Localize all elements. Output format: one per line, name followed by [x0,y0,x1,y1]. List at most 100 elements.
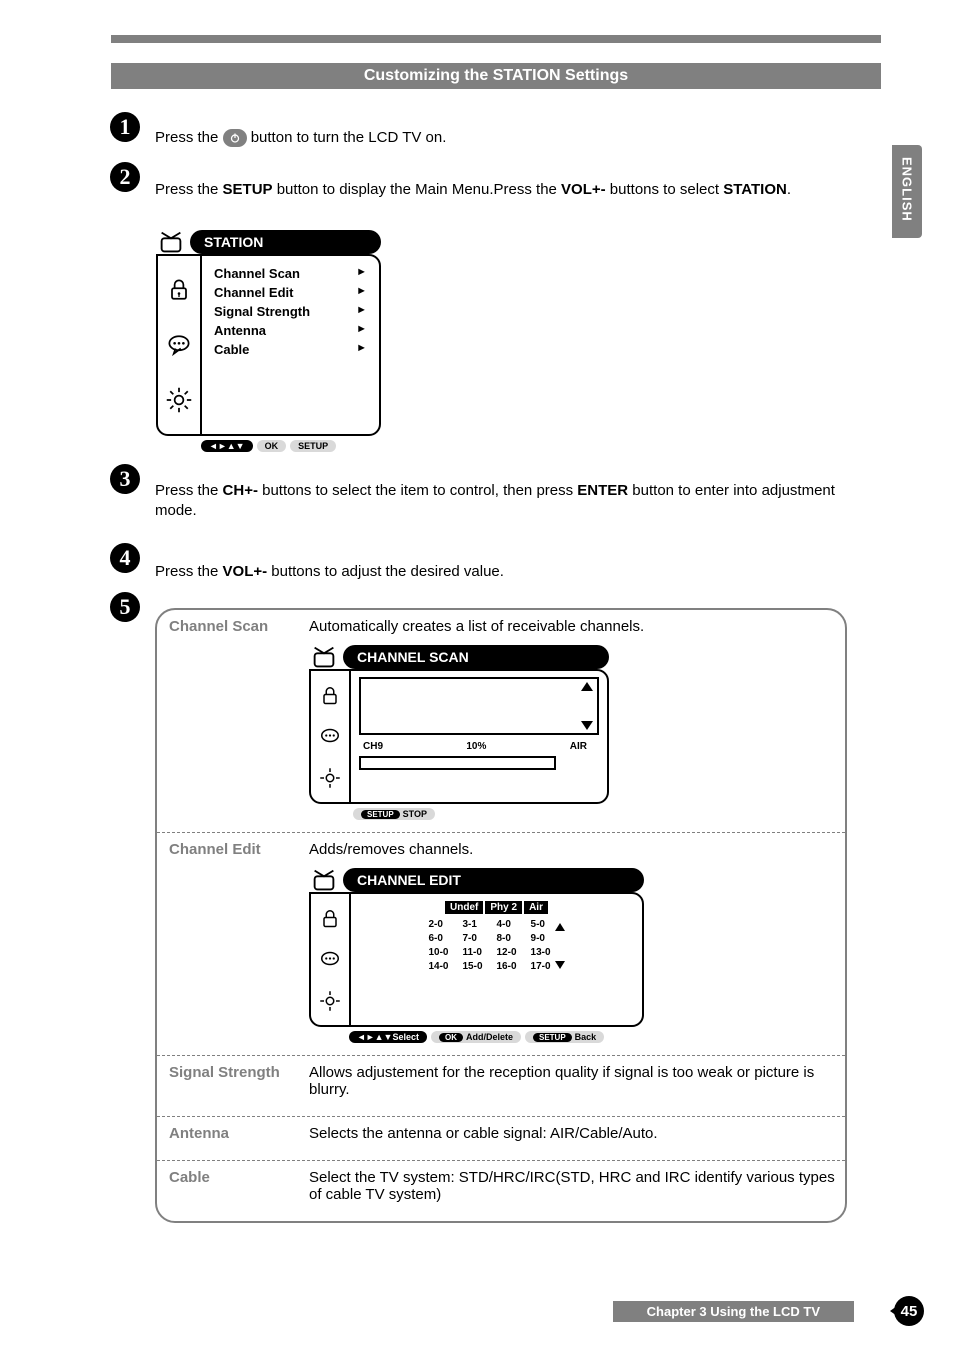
nav-ok-pill: OK [257,440,287,452]
t: Press the [155,482,223,499]
caption-icon [165,331,193,359]
scan-list-box [359,677,599,735]
edit-scroll [555,923,565,969]
lock-icon [318,907,342,931]
t: . [787,181,791,198]
scroll-down-icon [555,961,565,969]
row-label: Cable [169,1169,309,1209]
station-osd: STATION Channel Scan► Channel Edit► Sign… [156,226,381,452]
station-osd-sidebar [158,256,202,434]
row-desc: Allows adjustement for the reception qua… [309,1064,835,1098]
edit-tags: UndefPhy 2Air [359,902,634,913]
row-desc: Adds/removes channels. [309,841,835,858]
t: STATION [723,181,787,198]
page-footer: Chapter 3 Using the LCD TV 45 [613,1296,924,1326]
scan-pct: 10% [466,741,486,752]
row-label: Signal Strength [169,1064,309,1104]
edit-select-pill: ◄►▲▼Select [349,1031,427,1043]
channel-scan-title: CHANNEL SCAN [343,645,609,669]
step-1-post: button to turn the LCD TV on. [251,129,447,146]
nav-arrows-pill: ◄►▲▼ [201,440,253,452]
station-osd-list: Channel Scan► Channel Edit► Signal Stren… [202,256,379,434]
station-item: Channel Edit► [214,283,367,302]
page-number: 45 [894,1296,924,1326]
edit-tag: Phy 2 [485,901,522,914]
gear-icon [318,989,342,1013]
station-item: Signal Strength► [214,302,367,321]
section-header: Customizing the STATION Settings [111,63,881,89]
scan-setup-pill: SETUPSTOP [353,808,435,820]
scroll-up-icon [581,682,593,691]
step-1-badge: 1 [110,112,140,142]
caption-icon [318,725,342,749]
step-3-text: Press the CH+- buttons to select the ite… [155,481,840,522]
t: buttons to select the item to control, t… [258,482,577,499]
step-4-badge: 4 [110,543,140,573]
t: buttons to adjust the desired value. [267,563,504,580]
t: buttons to select [606,181,724,198]
lock-icon [165,276,193,304]
edit-tag: Air [524,901,548,914]
table-row-channel-scan: Channel Scan Automatically creates a lis… [157,610,845,832]
nav-setup-pill: SETUP [290,440,336,452]
tv-icon [309,864,339,896]
edit-nav: ◄►▲▼Select OKAdd/Delete SETUPBack [309,1031,644,1043]
table-row-cable: Cable Select the TV system: STD/HRC/IRC(… [157,1160,845,1221]
step-1-pre: Press the [155,129,223,146]
scan-ch: CH9 [363,741,383,752]
row-label: Antenna [169,1125,309,1148]
gear-icon [318,766,342,790]
t: ENTER [577,482,628,499]
t: Press the [155,181,223,198]
row-desc: Selects the antenna or cable signal: AIR… [309,1125,835,1142]
channel-scan-osd: CHANNEL SCAN CH9 [309,641,609,820]
step-2-text: Press the SETUP button to display the Ma… [155,180,840,200]
scan-nav: SETUPSTOP [309,808,609,820]
settings-table: Channel Scan Automatically creates a lis… [155,608,847,1223]
channel-edit-title: CHANNEL EDIT [343,868,644,892]
table-row-signal-strength: Signal Strength Allows adjustement for t… [157,1055,845,1116]
table-row-channel-edit: Channel Edit Adds/removes channels. CHAN… [157,832,845,1055]
scan-src: AIR [570,741,587,752]
tv-icon [156,226,186,258]
row-desc: Automatically creates a list of receivab… [309,618,835,635]
station-item: Antenna► [214,321,367,340]
language-label: ENGLISH [900,157,915,222]
edit-setup-pill: SETUPBack [525,1031,604,1043]
scan-sidebar [311,671,351,802]
edit-channel-grid: 2-03-14-05-0 6-07-08-09-0 10-011-012-013… [428,919,550,972]
table-row-antenna: Antenna Selects the antenna or cable sig… [157,1116,845,1160]
row-desc: Select the TV system: STD/HRC/IRC(STD, H… [309,1169,835,1203]
edit-panel: UndefPhy 2Air 2-03-14-05-0 6-07-08-09-0 … [351,894,642,1025]
step-4-text: Press the VOL+- buttons to adjust the de… [155,562,840,582]
t: SETUP [223,181,273,198]
chapter-label: Chapter 3 Using the LCD TV [613,1301,854,1322]
edit-sidebar [311,894,351,1025]
station-item: Cable► [214,340,367,359]
edit-tag: Undef [445,901,483,914]
t: button to display the Main Menu.Press th… [273,181,562,198]
caption-icon [318,948,342,972]
row-label: Channel Edit [169,841,309,1043]
lock-icon [318,684,342,708]
step-1-text: Press the button to turn the LCD TV on. [155,128,840,148]
step-5-badge: 5 [110,592,140,622]
scroll-down-icon [581,721,593,730]
t: CH+- [223,482,258,499]
station-item: Channel Scan► [214,264,367,283]
t: VOL+- [223,563,268,580]
t: Press the [155,563,223,580]
row-label: Channel Scan [169,618,309,820]
step-3-badge: 3 [110,464,140,494]
step-2-badge: 2 [110,162,140,192]
scan-progress-bar [359,756,556,770]
t: VOL+- [561,181,606,198]
scroll-up-icon [555,923,565,931]
top-divider [111,35,881,43]
scan-panel: CH9 10% AIR [351,671,607,802]
gear-icon [165,386,193,414]
edit-ok-pill: OKAdd/Delete [431,1031,521,1043]
tv-icon [309,641,339,673]
channel-edit-osd: CHANNEL EDIT UndefPhy 2Air [309,864,644,1043]
language-tab: ENGLISH [892,145,922,238]
